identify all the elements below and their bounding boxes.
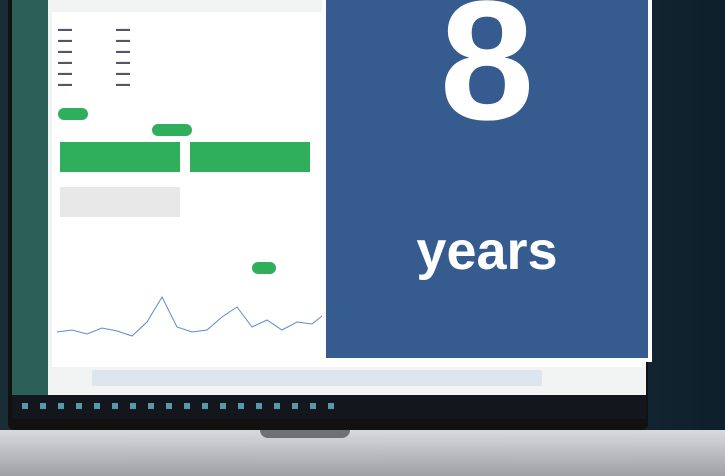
taskbar-icon[interactable]	[256, 403, 262, 409]
promo-number: 8	[439, 0, 535, 156]
taskbar-icon[interactable]	[94, 403, 100, 409]
sensor-card[interactable]	[60, 187, 180, 217]
sidebar-item[interactable]	[12, 124, 48, 144]
taskbar-icon[interactable]	[274, 403, 280, 409]
laptop-notch	[260, 430, 350, 438]
taskbar-icon[interactable]	[238, 403, 244, 409]
taskbar-icon[interactable]	[220, 403, 226, 409]
taskbar-icon[interactable]	[148, 403, 154, 409]
start-icon[interactable]	[22, 403, 28, 409]
taskbar-icon[interactable]	[40, 403, 46, 409]
taskbar-icon[interactable]	[112, 403, 118, 409]
sidebar-item[interactable]	[12, 100, 48, 120]
taskbar	[12, 395, 646, 419]
sidebar-item[interactable]	[12, 172, 48, 192]
active-tab-pill[interactable]	[152, 124, 192, 136]
chart-scrollbar[interactable]	[92, 370, 542, 386]
taskbar-icon[interactable]	[184, 403, 190, 409]
taskbar-icon[interactable]	[292, 403, 298, 409]
device-info-grid: ▬▬ ▬▬ ▬▬ ▬▬ ▬▬ ▬▬ ▬▬ ▬▬ ▬▬ ▬▬ ▬▬ ▬▬	[58, 26, 130, 88]
sidebar-item[interactable]	[12, 148, 48, 168]
taskbar-icon[interactable]	[328, 403, 334, 409]
sidebar	[12, 0, 48, 395]
sensor-card[interactable]	[60, 142, 180, 172]
toggle-pill[interactable]	[58, 108, 88, 120]
laptop-base	[0, 430, 725, 476]
sidebar-item[interactable]	[12, 4, 48, 24]
taskbar-icon[interactable]	[76, 403, 82, 409]
line-chart	[57, 295, 327, 337]
promo-badge: 8 years	[322, 0, 652, 362]
taskbar-icon[interactable]	[310, 403, 316, 409]
promo-word: years	[416, 221, 558, 281]
sensor-card[interactable]	[190, 142, 310, 172]
sidebar-item[interactable]	[12, 28, 48, 48]
action-button[interactable]	[252, 262, 276, 274]
sidebar-item[interactable]	[12, 76, 48, 96]
sidebar-item[interactable]	[12, 52, 48, 72]
taskbar-icon[interactable]	[58, 403, 64, 409]
taskbar-icon[interactable]	[130, 403, 136, 409]
taskbar-icon[interactable]	[202, 403, 208, 409]
taskbar-icon[interactable]	[166, 403, 172, 409]
